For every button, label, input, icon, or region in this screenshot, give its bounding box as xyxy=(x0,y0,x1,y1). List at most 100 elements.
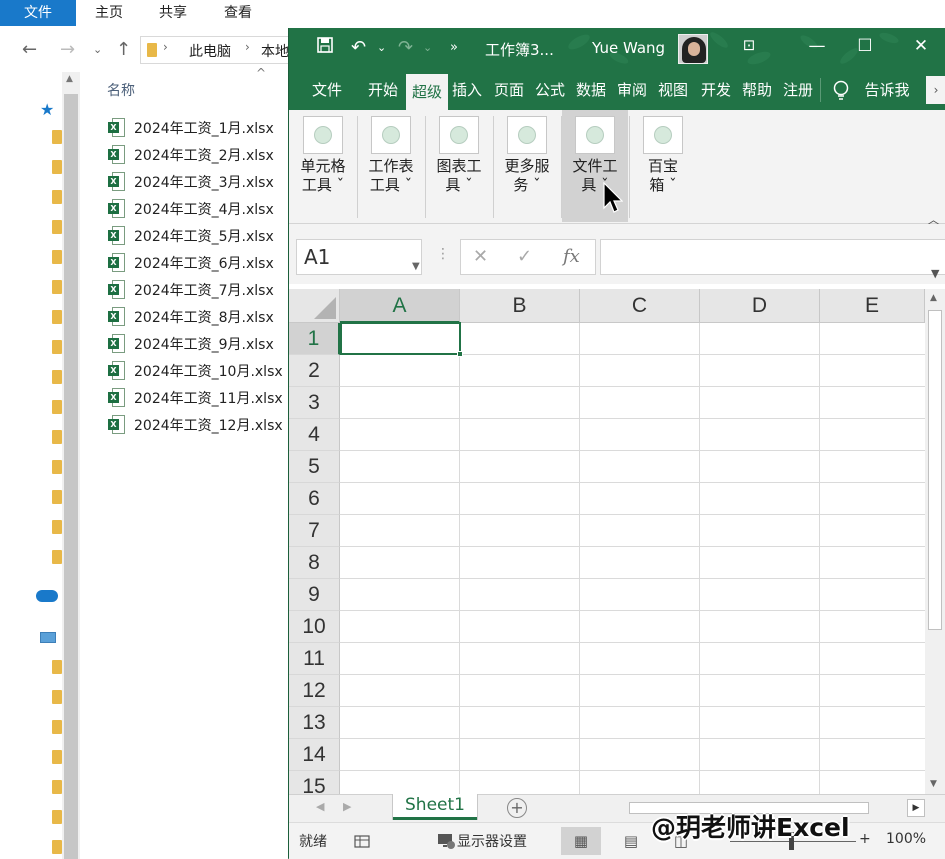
this-pc-icon[interactable] xyxy=(40,632,56,643)
folder-icon[interactable] xyxy=(52,520,62,534)
folder-icon[interactable] xyxy=(52,660,62,674)
ribbon-display-options-icon[interactable]: ⊡ xyxy=(737,36,761,54)
folder-icon[interactable] xyxy=(52,280,62,294)
row-header-12[interactable]: 12 xyxy=(289,675,340,707)
scroll-right-icon[interactable]: ▶ xyxy=(907,799,925,817)
cancel-x-icon[interactable]: ✕ xyxy=(473,246,488,267)
sheet-tab-sheet1[interactable]: Sheet1 xyxy=(393,794,477,820)
breadcrumb-this-pc[interactable]: 此电脑 xyxy=(189,41,231,61)
redo-dropdown-icon[interactable]: ⌄ xyxy=(423,41,432,54)
explorer-menu-share[interactable]: 共享 xyxy=(148,0,198,26)
explorer-menu-home[interactable]: 主页 xyxy=(84,0,134,26)
scroll-up-icon[interactable]: ▲ xyxy=(930,293,937,303)
back-arrow-icon[interactable]: ← xyxy=(22,36,37,64)
folder-icon[interactable] xyxy=(52,780,62,794)
vertical-scrollbar[interactable]: ▲ ▼ xyxy=(925,289,945,794)
next-sheet-icon[interactable]: ▶ xyxy=(343,800,351,813)
fill-handle[interactable] xyxy=(457,351,463,357)
column-header-d[interactable]: D xyxy=(700,289,820,323)
folder-icon[interactable] xyxy=(52,840,62,854)
close-icon[interactable]: ✕ xyxy=(909,36,933,56)
folder-icon[interactable] xyxy=(52,220,62,234)
scroll-down-icon[interactable]: ▼ xyxy=(930,779,937,789)
row-header-9[interactable]: 9 xyxy=(289,579,340,611)
cell-mode-icon[interactable] xyxy=(354,833,370,849)
file-list-item[interactable]: X 2024年工资_10月.xlsx xyxy=(108,357,298,384)
insert-function-icon[interactable]: fx xyxy=(563,246,580,267)
save-icon[interactable] xyxy=(317,37,333,58)
zoom-level[interactable]: 100% xyxy=(886,831,926,847)
zoom-in-icon[interactable]: + xyxy=(859,831,871,847)
folder-icon[interactable] xyxy=(52,130,62,144)
vertical-scrollbar-thumb[interactable] xyxy=(928,310,942,630)
file-list-item[interactable]: X 2024年工资_4月.xlsx xyxy=(108,195,298,222)
undo-dropdown-icon[interactable]: ⌄ xyxy=(377,41,386,54)
add-sheet-icon[interactable]: + xyxy=(507,798,527,818)
display-settings-label[interactable]: 显示器设置 xyxy=(457,831,527,851)
file-list-item[interactable]: X 2024年工资_3月.xlsx xyxy=(108,168,298,195)
file-list-item[interactable]: X 2024年工资_1月.xlsx xyxy=(108,114,298,141)
minimize-icon[interactable]: — xyxy=(805,36,829,56)
folder-icon[interactable] xyxy=(52,720,62,734)
folder-icon[interactable] xyxy=(52,400,62,414)
ribbon-button-2[interactable]: 工作表 工具 ˇ xyxy=(358,110,424,222)
file-list-item[interactable]: X 2024年工资_7月.xlsx xyxy=(108,276,298,303)
tab-data[interactable]: 数据 xyxy=(572,70,610,110)
user-name[interactable]: Yue Wang xyxy=(592,39,665,57)
active-cell-a1[interactable] xyxy=(340,322,463,357)
tab-review[interactable]: 审阅 xyxy=(613,70,651,110)
file-list-item[interactable]: X 2024年工资_5月.xlsx xyxy=(108,222,298,249)
column-header-c[interactable]: C xyxy=(580,289,700,323)
row-header-8[interactable]: 8 xyxy=(289,547,340,579)
file-list-item[interactable]: X 2024年工资_12月.xlsx xyxy=(108,411,298,438)
breadcrumb-local[interactable]: 本地 xyxy=(261,41,289,61)
normal-view-icon[interactable]: ▦ xyxy=(561,827,601,855)
row-header-14[interactable]: 14 xyxy=(289,739,340,771)
explorer-menu-view[interactable]: 查看 xyxy=(213,0,263,26)
lightbulb-icon[interactable] xyxy=(833,80,849,102)
name-box[interactable]: A1 ▼ xyxy=(296,239,422,275)
row-header-2[interactable]: 2 xyxy=(289,355,340,387)
tab-page-layout[interactable]: 页面 xyxy=(489,70,529,110)
row-header-4[interactable]: 4 xyxy=(289,419,340,451)
display-settings-icon[interactable] xyxy=(437,832,455,850)
folder-icon[interactable] xyxy=(52,690,62,704)
tab-scroll-right-icon[interactable]: › xyxy=(926,76,945,104)
tab-register[interactable]: 注册 xyxy=(779,70,817,110)
tab-home[interactable]: 开始 xyxy=(361,70,405,110)
onedrive-cloud-icon[interactable] xyxy=(36,590,58,602)
avatar[interactable] xyxy=(678,34,708,64)
tab-insert[interactable]: 插入 xyxy=(449,70,485,110)
ribbon-button-1[interactable]: 单元格 工具 ˇ xyxy=(290,110,356,222)
formula-input[interactable]: ▼ xyxy=(600,239,945,280)
enter-check-icon[interactable]: ✓ xyxy=(517,246,532,267)
maximize-icon[interactable]: ☐ xyxy=(853,36,877,56)
redo-icon[interactable]: ↷ xyxy=(398,37,413,58)
file-list-item[interactable]: X 2024年工资_11月.xlsx xyxy=(108,384,298,411)
column-header-a[interactable]: A xyxy=(340,289,460,323)
row-header-15[interactable]: 15 xyxy=(289,771,340,794)
ribbon-button-3[interactable]: 图表工具 ˇ xyxy=(426,110,492,222)
scroll-up-icon[interactable]: ▲ xyxy=(66,74,73,84)
ribbon-button-6[interactable]: 百宝箱 ˇ xyxy=(630,110,696,222)
file-list-item[interactable]: X 2024年工资_2月.xlsx xyxy=(108,141,298,168)
folder-icon[interactable] xyxy=(52,310,62,324)
row-header-1[interactable]: 1 xyxy=(289,323,340,355)
chevron-down-icon[interactable]: ▼ xyxy=(412,250,420,284)
folder-icon[interactable] xyxy=(52,160,62,174)
folder-icon[interactable] xyxy=(52,490,62,504)
tab-file[interactable]: 文件 xyxy=(303,70,351,110)
navigation-pane-scrollbar[interactable]: ▲ xyxy=(62,72,80,859)
folder-icon[interactable] xyxy=(52,550,62,564)
undo-icon[interactable]: ↶ xyxy=(351,37,366,58)
up-arrow-icon[interactable]: ↑ xyxy=(116,36,131,64)
recent-dropdown-icon[interactable]: ⌄ xyxy=(93,36,102,64)
row-header-3[interactable]: 3 xyxy=(289,387,340,419)
tab-tell-me[interactable]: 告诉我 xyxy=(859,70,915,110)
row-header-13[interactable]: 13 xyxy=(289,707,340,739)
quick-access-more-icon[interactable]: » xyxy=(450,40,458,55)
folder-icon[interactable] xyxy=(52,460,62,474)
forward-arrow-icon[interactable]: → xyxy=(60,36,75,64)
row-header-6[interactable]: 6 xyxy=(289,483,340,515)
column-header-e[interactable]: E xyxy=(820,289,925,323)
